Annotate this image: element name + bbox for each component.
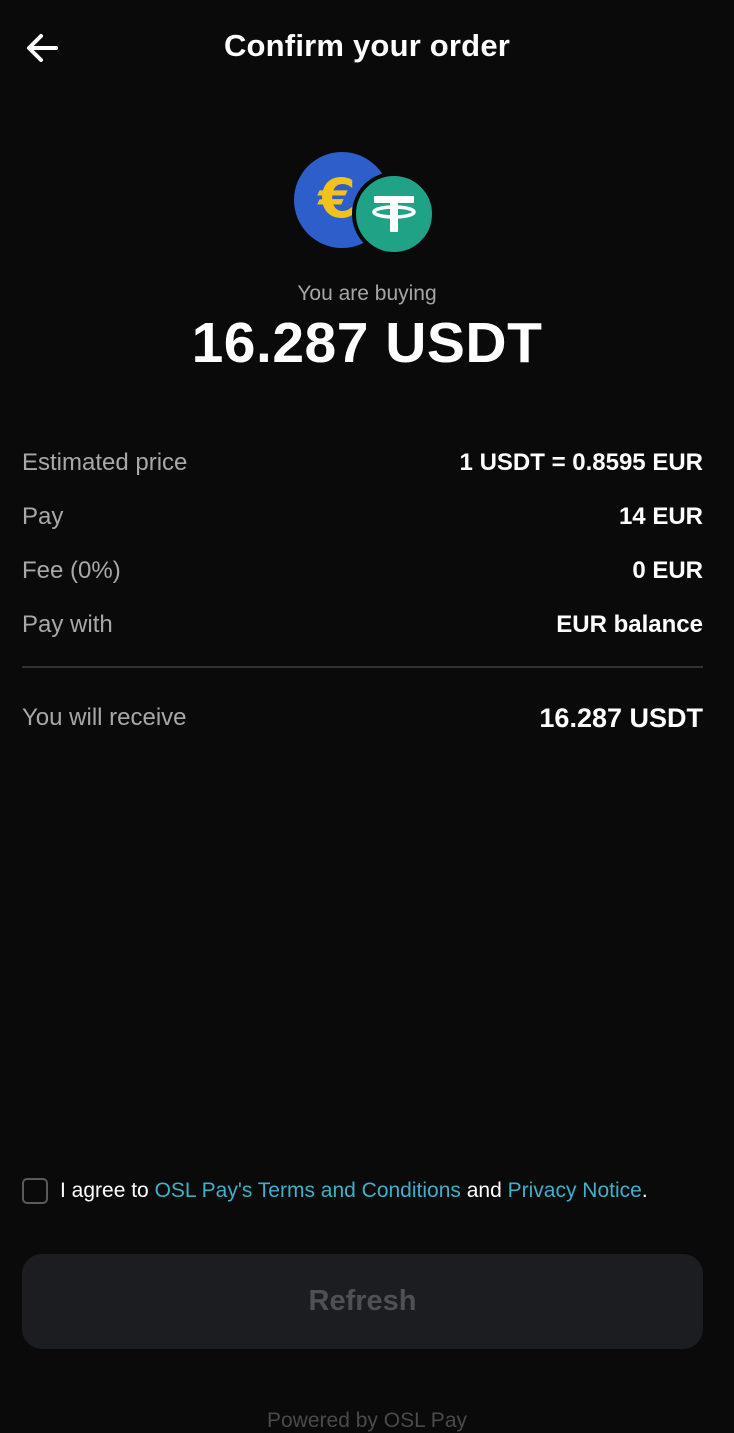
- tether-icon: [352, 172, 436, 256]
- receive-label: You will receive: [22, 704, 187, 731]
- confirm-order-page: Confirm your order € You are buying 16.2…: [0, 0, 734, 1432]
- detail-row-pay: Pay 14 EUR: [22, 490, 703, 544]
- detail-value: EUR balance: [556, 611, 703, 638]
- terms-agreement: I agree to OSL Pay's Terms and Condition…: [22, 1178, 714, 1204]
- detail-label: Fee (0%): [22, 557, 121, 584]
- detail-label: Pay with: [22, 611, 113, 638]
- agreement-prefix: I agree to: [60, 1179, 155, 1202]
- agreement-middle: and: [460, 1179, 508, 1202]
- detail-row-estimated-price: Estimated price 1 USDT = 0.8595 EUR: [22, 436, 703, 490]
- coin-pair-icons: €: [294, 152, 436, 256]
- agree-checkbox[interactable]: [22, 1178, 48, 1204]
- page-title: Confirm your order: [223, 28, 511, 63]
- detail-value: 14 EUR: [618, 503, 703, 530]
- buying-label: You are buying: [297, 282, 437, 305]
- refresh-button[interactable]: Refresh: [22, 1254, 703, 1349]
- powered-by-text: Powered by OSL Pay: [267, 1409, 467, 1432]
- order-details: Estimated price 1 USDT = 0.8595 EUR Pay …: [22, 436, 703, 652]
- detail-label: Estimated price: [22, 449, 188, 476]
- privacy-link[interactable]: Privacy Notice: [508, 1179, 642, 1202]
- receive-row: You will receive 16.287 USDT: [22, 694, 703, 742]
- terms-link[interactable]: OSL Pay's Terms and Conditions: [155, 1179, 461, 1202]
- receive-value: 16.287 USDT: [539, 702, 703, 733]
- detail-row-pay-with: Pay with EUR balance: [22, 598, 703, 652]
- detail-row-fee: Fee (0%) 0 EUR: [22, 544, 703, 598]
- detail-label: Pay: [22, 503, 64, 530]
- buying-amount: 16.287 USDT: [191, 311, 543, 375]
- euro-symbol: €: [318, 166, 356, 230]
- detail-value: 1 USDT = 0.8595 EUR: [459, 449, 703, 476]
- header: Confirm your order: [0, 0, 734, 96]
- divider: [22, 666, 703, 668]
- agreement-text: I agree to OSL Pay's Terms and Condition…: [60, 1179, 648, 1203]
- agreement-suffix: .: [641, 1179, 648, 1202]
- detail-value: 0 EUR: [632, 557, 703, 584]
